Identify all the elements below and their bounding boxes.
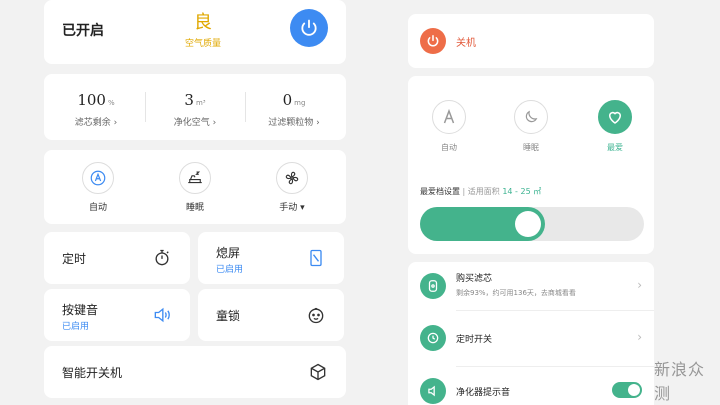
mode-sleep-button[interactable]: 睡眠 xyxy=(155,162,235,213)
area-range: 14 - 25 ㎡ xyxy=(502,187,542,196)
particles-stat[interactable]: 0 mg 过滤颗粒物 › xyxy=(244,90,344,128)
mode-label: 睡眠 xyxy=(185,203,204,213)
list-item-subtitle: 剩余93%，约可用136天，去商城看看 xyxy=(456,289,576,297)
fan-icon xyxy=(276,162,308,194)
chevron-right-icon: › xyxy=(637,278,642,292)
stat-unit: % xyxy=(107,99,115,107)
filter-remaining-stat[interactable]: 100% 滤芯剩余 › xyxy=(46,90,146,128)
divider xyxy=(456,310,654,311)
purified-air-stat[interactable]: 3 m³ 净化空气 › xyxy=(145,90,245,128)
toggle-knob xyxy=(628,384,640,396)
stat-label: 净化空气 › xyxy=(173,118,217,128)
power-off-card: 关机 xyxy=(408,14,654,68)
chevron-right-icon: › xyxy=(637,330,642,344)
list-item-title: 定时开关 xyxy=(456,335,493,345)
heart-icon xyxy=(598,100,632,134)
filter-icon xyxy=(420,273,446,299)
tile-title: 智能开关机 xyxy=(62,366,123,380)
air-quality-value: 良 xyxy=(194,12,212,33)
list-item-title: 购买滤芯 xyxy=(456,274,493,284)
auto-icon xyxy=(432,100,466,134)
mode-label: 睡眠 xyxy=(523,143,539,152)
favorite-setting-text: 最爱档设置 | 适用面积 14 - 25 ㎡ xyxy=(420,186,541,197)
sleep-icon xyxy=(514,100,548,134)
stat-unit: m³ xyxy=(195,99,206,107)
sleep-icon xyxy=(179,162,211,194)
status-card: 已开启 良 空气质量 xyxy=(44,0,346,64)
stat-value: 100 xyxy=(77,91,106,109)
tile-title: 定时 xyxy=(62,252,87,266)
list-item-title: 净化器提示音 xyxy=(456,388,511,398)
buy-filter-item[interactable]: 购买滤芯 剩余93%，约可用136天，去商城看看 › xyxy=(408,262,654,310)
stat-unit: mg xyxy=(294,99,306,107)
tile-title: 熄屏 xyxy=(216,246,241,260)
scheduled-power-item[interactable]: 定时开关 › xyxy=(408,315,654,363)
mode-label: 自动 xyxy=(88,203,107,213)
air-quality-label: 空气质量 xyxy=(184,39,221,49)
power-icon xyxy=(427,34,439,47)
power-off-button[interactable] xyxy=(420,28,446,54)
stat-label: 滤芯剩余 › xyxy=(74,118,118,128)
mode-label: 最爱 xyxy=(607,143,623,152)
divider xyxy=(456,366,654,367)
clock-icon xyxy=(420,325,446,351)
screen-off-tile[interactable]: 熄屏 已启用 xyxy=(198,232,344,284)
slider-handle[interactable] xyxy=(515,211,541,237)
mode-label: 手动 ▾ xyxy=(279,203,305,213)
favorite-setting-title: 最爱档设置 xyxy=(420,187,460,196)
mode-label: 自动 xyxy=(441,143,457,152)
favorite-level-slider[interactable] xyxy=(420,207,644,241)
child-lock-tile[interactable]: 童锁 xyxy=(198,289,344,341)
tile-status: 已启用 xyxy=(216,265,244,275)
smart-power-tile[interactable]: 智能开关机 xyxy=(44,346,346,398)
stats-card: 100% 滤芯剩余 › 3 m³ 净化空气 › 0 mg 过滤颗粒物 › xyxy=(44,74,346,140)
auto-icon xyxy=(82,162,114,194)
power-off-label: 关机 xyxy=(456,38,476,49)
stopwatch-icon xyxy=(150,246,174,270)
mode-favorite-button[interactable]: 最爱 xyxy=(580,100,650,153)
timer-tile[interactable]: 定时 xyxy=(44,232,190,284)
mode-auto-button[interactable]: 自动 xyxy=(58,162,138,213)
key-sound-tile[interactable]: 按键音 已启用 xyxy=(44,289,190,341)
tile-title: 童锁 xyxy=(216,309,241,323)
mode-auto-button[interactable]: 自动 xyxy=(414,100,484,153)
speaker-icon xyxy=(420,378,446,404)
tile-title: 按键音 xyxy=(62,303,99,317)
screen-icon xyxy=(304,246,328,270)
settings-list: 购买滤芯 剩余93%，约可用136天，去商城看看 › 定时开关 › 净化器提示音 xyxy=(408,262,654,405)
power-icon xyxy=(301,19,317,36)
baby-face-icon xyxy=(304,303,328,327)
speaker-icon xyxy=(150,303,174,327)
area-label: | 适用面积 xyxy=(460,187,503,196)
tile-status: 已启用 xyxy=(62,322,90,332)
stat-label: 过滤颗粒物 › xyxy=(268,118,320,128)
cube-icon xyxy=(306,360,330,384)
mode-sleep-button[interactable]: 睡眠 xyxy=(496,100,566,153)
prompt-sound-toggle[interactable] xyxy=(612,382,642,398)
power-status-text: 已开启 xyxy=(62,23,104,39)
stat-value: 0 xyxy=(282,91,293,109)
power-button[interactable] xyxy=(290,9,328,47)
modes-card: 自动 睡眠 手动 ▾ xyxy=(44,150,346,224)
stat-value: 3 xyxy=(184,91,194,109)
mode-manual-button[interactable]: 手动 ▾ xyxy=(252,162,332,213)
watermark: 新浪众测 xyxy=(654,360,706,403)
favorite-mode-card: 自动 睡眠 最爱 最爱档设置 | 适用面积 14 - 25 ㎡ xyxy=(408,76,654,254)
